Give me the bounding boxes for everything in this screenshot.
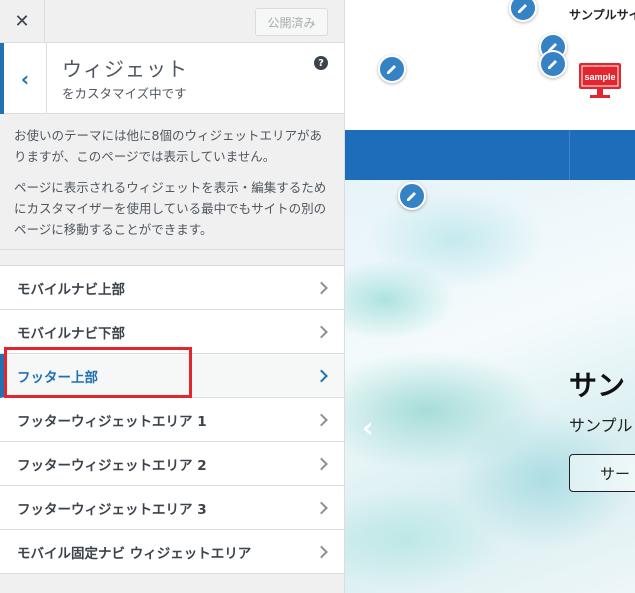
chevron-right-icon [315,413,328,426]
widget-area-label: フッターウィジェットエリア 3 [17,501,207,518]
widget-area-item[interactable]: フッターウィジェットエリア 3 [0,486,344,530]
hero-title: サン [569,369,626,402]
close-icon: ✕ [14,11,30,32]
chevron-right-icon [315,281,328,294]
site-name[interactable]: サンプルサイ [569,6,635,23]
back-button[interactable]: ‹ [0,43,47,114]
help-icon[interactable]: ? [314,56,328,70]
chevron-left-icon: ‹ [20,66,30,91]
widget-area-label: フッター上部 [17,369,98,386]
customizer-sidebar: ✕ 公開済み ‹ ウィジェット をカスタマイズ中です ? お使いのテーマには他に… [0,0,345,593]
hero-button[interactable]: サー [569,454,635,492]
logo-text: sample [584,72,615,82]
widget-area-item[interactable]: モバイル固定ナビ ウィジェットエリア [0,530,344,574]
site-logo[interactable]: sample [578,62,622,100]
section-header: ‹ ウィジェット をカスタマイズ中です ? [0,43,344,114]
site-preview: サンプルサイ sample ‹ サン サンプル サー [345,0,635,593]
site-navigation [345,130,635,180]
edit-shortcut-pencil-icon[interactable] [398,182,426,210]
widget-area-item[interactable]: フッターウィジェットエリア 1 [0,398,344,442]
widget-area-label: モバイルナビ上部 [17,281,125,298]
widget-area-item[interactable]: フッターウィジェットエリア 2 [0,442,344,486]
hero-slider: ‹ サン サンプル サー [345,180,635,593]
description-paragraph: ページに表示されるウィジェットを表示・編集するためにカスタマイザーを使用している… [14,180,327,237]
nav-divider [569,130,570,180]
hero-subtitle: サンプル [569,416,633,435]
publish-button[interactable]: 公開済み [255,8,328,36]
widget-area-label: モバイルナビ下部 [17,325,125,342]
widget-area-list: モバイルナビ上部 モバイルナビ下部 フッター上部 フッターウィジェットエリア 1… [0,265,344,574]
widget-area-label: フッターウィジェットエリア 1 [17,413,207,430]
edit-shortcut-pencil-icon[interactable] [539,50,567,78]
widget-area-item-footer-top[interactable]: フッター上部 [0,354,344,398]
widget-area-label: モバイル固定ナビ ウィジェットエリア [17,545,252,562]
chevron-right-icon [315,501,328,514]
description-paragraph: お使いのテーマには他に8個のウィジェットエリアがありますが、このページでは表示し… [14,128,322,164]
widget-area-item[interactable]: モバイルナビ上部 [0,266,344,310]
chevron-right-icon [315,325,328,338]
close-button[interactable]: ✕ [0,0,45,43]
customizer-header: ✕ 公開済み [0,0,344,43]
slider-prev-icon[interactable]: ‹ [362,414,374,442]
edit-shortcut-pencil-icon[interactable] [378,55,406,83]
section-description: お使いのテーマには他に8個のウィジェットエリアがありますが、このページでは表示し… [0,114,344,250]
chevron-right-icon [315,457,328,470]
chevron-right-icon [315,545,328,558]
section-subtitle: をカスタマイズ中です [62,86,187,101]
widget-area-item[interactable]: モバイルナビ下部 [0,310,344,354]
section-title: ウィジェット [62,57,188,81]
chevron-right-icon [315,369,328,382]
widget-area-label: フッターウィジェットエリア 2 [17,457,207,474]
